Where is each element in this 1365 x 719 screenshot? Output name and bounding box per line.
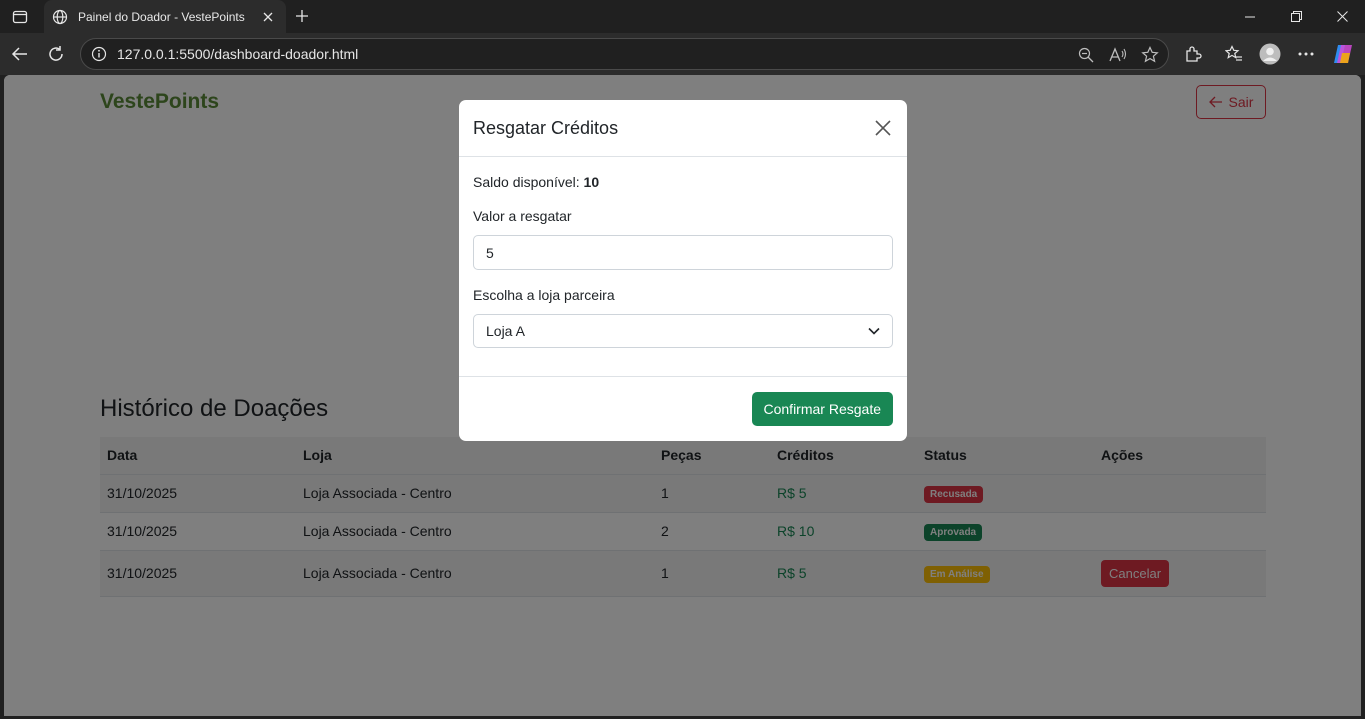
amount-input[interactable]: 5 — [473, 235, 893, 270]
more-options-icon[interactable] — [1293, 41, 1319, 67]
profile-avatar-icon[interactable] — [1257, 41, 1283, 67]
url-text: 127.0.0.1:5500/dashboard-doador.html — [117, 46, 359, 62]
confirm-redeem-button[interactable]: Confirmar Resgate — [751, 391, 893, 426]
store-label: Escolha a loja parceira — [473, 287, 615, 303]
zoom-icon[interactable] — [1077, 46, 1095, 64]
reload-icon[interactable] — [41, 39, 71, 69]
tab-close-icon[interactable] — [260, 9, 276, 25]
new-tab-icon[interactable] — [292, 6, 312, 26]
address-bar[interactable]: 127.0.0.1:5500/dashboard-doador.html — [80, 38, 1169, 70]
balance-line: Saldo disponível: 10 — [473, 174, 893, 190]
store-select[interactable]: Loja A — [473, 314, 893, 348]
browser-tab[interactable]: Painel do Doador - VestePoints — [44, 0, 286, 33]
favorite-star-icon[interactable] — [1141, 46, 1159, 64]
modal-title: Resgatar Créditos — [473, 117, 619, 138]
modal-header: Resgatar Créditos — [459, 100, 907, 157]
modal-body: Saldo disponível: 10 Valor a resgatar 5 … — [459, 157, 907, 377]
window-close-icon[interactable] — [1319, 0, 1365, 33]
extensions-icon[interactable] — [1180, 41, 1206, 67]
close-icon[interactable] — [873, 118, 893, 138]
chevron-down-icon — [868, 327, 880, 335]
minimize-icon[interactable] — [1227, 0, 1273, 33]
amount-label: Valor a resgatar — [473, 208, 572, 224]
tab-title: Painel do Doador - VestePoints — [78, 9, 245, 24]
browser-toolbar: 127.0.0.1:5500/dashboard-doador.html — [0, 33, 1365, 75]
amount-input-value: 5 — [486, 244, 494, 261]
dashboard-page: VestePoints Sair Histórico de Doações Da… — [4, 75, 1361, 716]
back-icon[interactable] — [5, 39, 35, 69]
modal-footer: Confirmar Resgate — [459, 377, 907, 440]
read-aloud-icon[interactable] — [1109, 46, 1127, 64]
store-select-value: Loja A — [486, 323, 525, 339]
browser-window: Painel do Doador - VestePoints 127.0.0.1… — [0, 0, 1365, 719]
tab-bar: Painel do Doador - VestePoints — [0, 0, 1365, 33]
globe-icon — [52, 9, 68, 25]
balance-value: 10 — [583, 174, 600, 190]
page-viewport: VestePoints Sair Histórico de Doações Da… — [4, 75, 1361, 716]
redeem-credits-modal: Resgatar Créditos Saldo disponível: 10 V… — [459, 100, 907, 441]
site-info-icon[interactable] — [91, 46, 107, 62]
balance-label: Saldo disponível: — [473, 174, 580, 190]
copilot-icon[interactable] — [1330, 41, 1356, 67]
favorites-icon[interactable] — [1221, 41, 1247, 67]
restore-icon[interactable] — [1273, 0, 1319, 33]
tab-actions-icon[interactable] — [6, 5, 34, 29]
